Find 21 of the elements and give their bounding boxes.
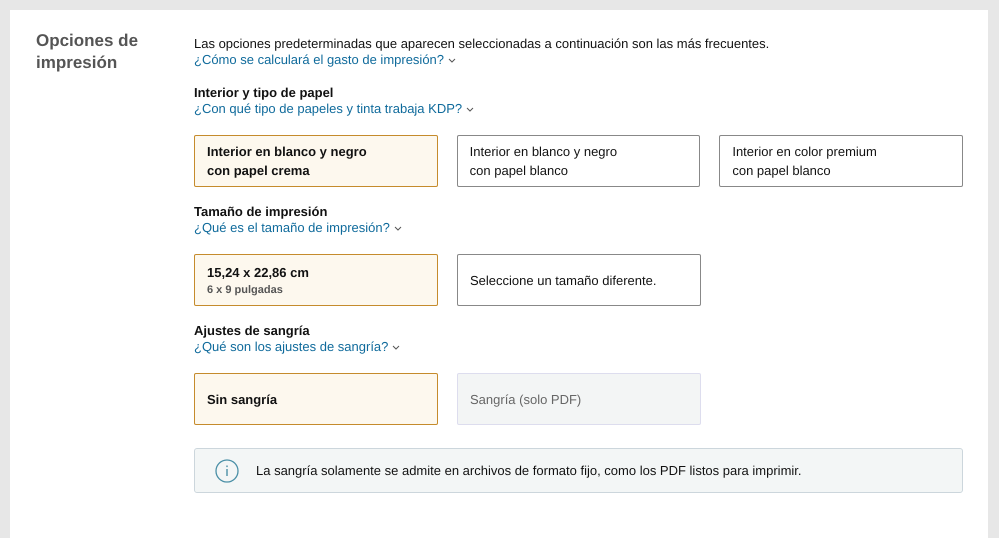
section-title: Opciones de impresión	[36, 30, 140, 74]
info-icon	[215, 458, 239, 482]
intro-text: Las opciones predeterminadas que aparecen seleccionadas a continuación son las más frecuentes. ¿Cómo se calculará el gasto de impresión?	[194, 36, 770, 68]
notice-text: La sangría solamente se admite en archivos de formato fijo, como los PDF listos para imprimir.	[256, 462, 802, 478]
chevron-icon	[394, 226, 402, 232]
group-title: Ajustes de sangría	[194, 323, 311, 339]
help-link[interactable]: ¿Qué son los ajustes de sangría?	[194, 339, 400, 355]
help-link[interactable]: ¿Con qué tipo de papeles y tinta trabaja KDP?	[194, 101, 474, 117]
option-card[interactable]: Interior en blanco y negro con papel crema	[194, 135, 438, 187]
chevron-icon	[448, 58, 456, 64]
chevron-icon	[392, 345, 400, 350]
help-link[interactable]: ¿Qué es el tamaño de impresión?	[194, 220, 402, 236]
option-card[interactable]: Interior en blanco y negro con papel blanco	[456, 135, 700, 187]
option-card[interactable]: Interior en color premium con papel blanco	[719, 135, 964, 187]
cost-help-link[interactable]: ¿Cómo se calculará el gasto de impresión?	[194, 52, 456, 67]
group-title: Tamaño de impresión	[194, 204, 328, 220]
option-card[interactable]: Seleccione un tamaño diferente.	[457, 254, 701, 306]
chevron-icon	[466, 107, 474, 112]
option-card[interactable]: Sin sangría	[194, 373, 438, 425]
option-card[interactable]: 15,24 x 22,86 cm 6 x 9 pulgadas	[194, 254, 438, 306]
group-title: Interior y tipo de papel	[194, 85, 334, 101]
